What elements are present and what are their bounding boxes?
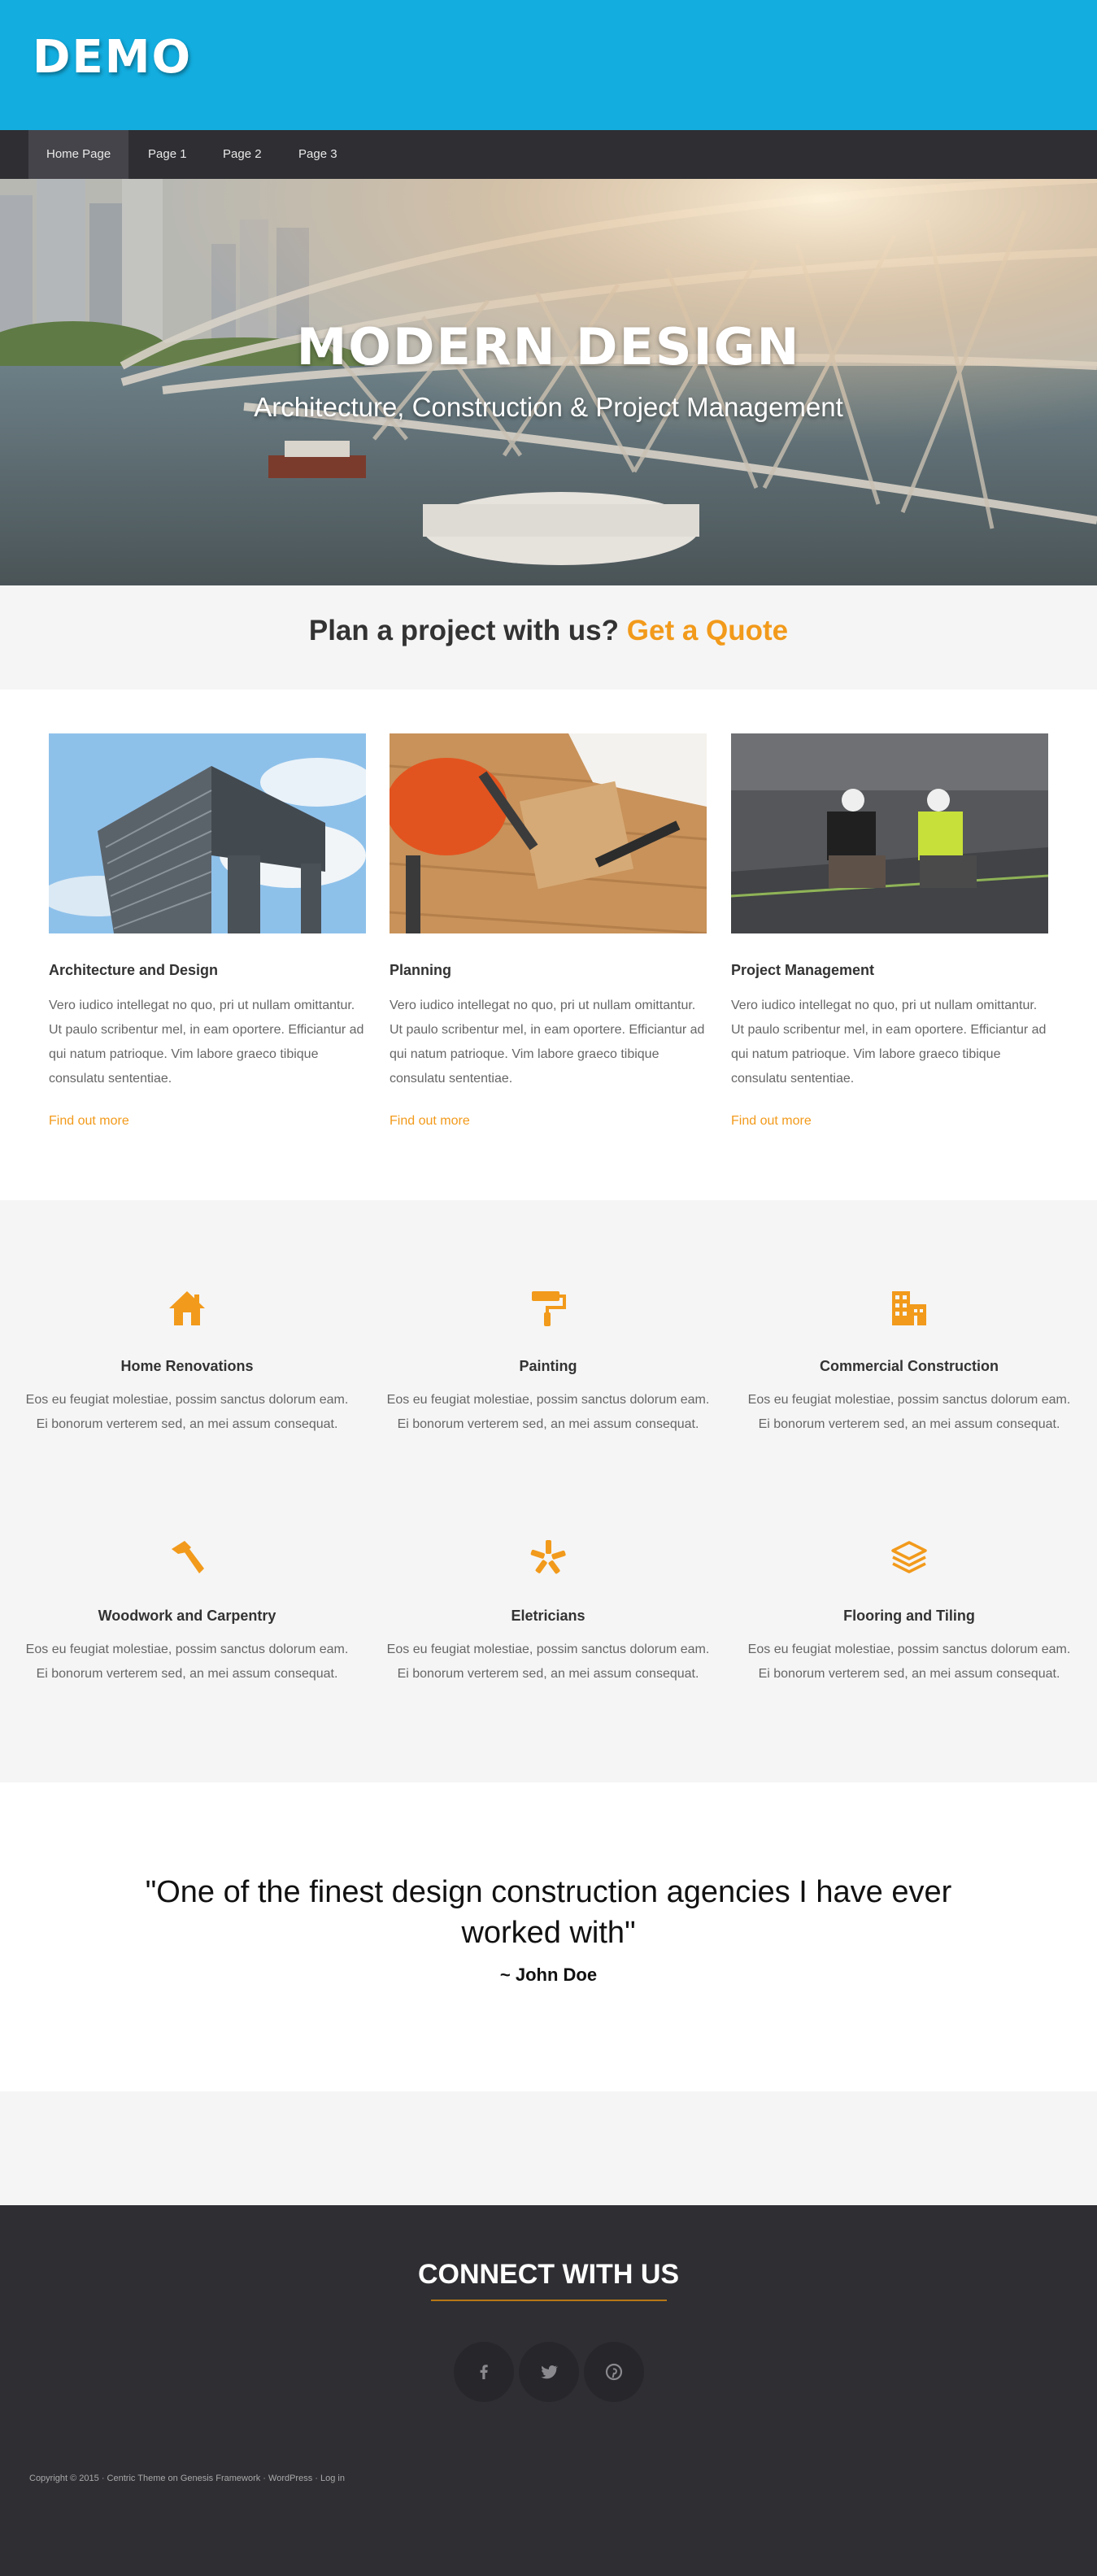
twitter-icon [541,2365,559,2379]
planning-image[interactable] [385,733,707,935]
site-header: DEMO [0,0,1097,130]
card-body: Vero iudico intellegat no quo, pri ut nu… [390,999,705,1086]
service-body: Eos eu feugiat molestiae, possim sanctus… [747,1643,1071,1681]
site-logo[interactable]: DEMO [33,31,192,84]
find-out-more-link[interactable]: Find out more [49,1114,366,1129]
project-management-image[interactable] [730,733,1049,933]
testimonial-quote: "One of the finest design construction a… [145,1875,952,1950]
building-icon [892,1291,926,1325]
service-title: Eletricians [511,1608,586,1624]
home-icon [169,1291,205,1325]
cta-text: Plan a project with us? Get a Quote [0,615,1097,647]
pinterest-icon [605,2363,623,2381]
nav-item-page-2[interactable]: Page 2 [205,130,280,179]
service-title: Flooring and Tiling [843,1608,975,1624]
copyright-text: Copyright © 2015 · Centric Theme on Gene… [29,2474,345,2483]
hero-subtitle: Architecture, Construction & Project Man… [254,392,843,422]
hero-title: MODERN DESIGN [296,317,801,376]
facebook-icon [480,2365,488,2379]
divider [431,2300,667,2301]
card-title: Planning [390,962,451,978]
service-home-renovations: Home Renovations Eos eu feugiat molestia… [24,1288,350,1437]
find-out-more-link[interactable]: Find out more [390,1114,707,1129]
service-title: Painting [519,1358,577,1374]
cta-band: Plan a project with us? Get a Quote [0,585,1097,690]
hero-banner: MODERN DESIGN Architecture, Construction… [0,179,1097,585]
testimonial-section: "One of the finest design construction a… [0,1782,1097,2091]
testimonial-author: ~ John Doe [499,1965,598,1985]
pinterest-button[interactable] [584,2342,644,2402]
service-painting: Painting Eos eu feugiat molestiae, possi… [385,1288,711,1437]
twitter-button[interactable] [519,2342,579,2402]
cta-lead: Plan a project with us? [308,615,620,646]
hammer-icon [172,1541,204,1573]
service-woodwork: Woodwork and Carpentry Eos eu feugiat mo… [24,1538,350,1686]
card-body: Vero iudico intellegat no quo, pri ut nu… [731,999,1047,1086]
card-title: Architecture and Design [49,962,219,978]
card-architecture: Architecture and Design Vero iudico inte… [41,733,374,1129]
hero-image [0,179,1097,585]
service-electricians: Eletricians Eos eu feugiat molestiae, po… [385,1538,711,1686]
nav-item-page-1[interactable]: Page 1 [130,130,205,179]
service-flooring: Flooring and Tiling Eos eu feugiat moles… [747,1538,1072,1686]
service-title: Home Renovations [120,1358,254,1374]
card-title: Project Management [731,962,875,978]
service-commercial-construction: Commercial Construction Eos eu feugiat m… [747,1288,1072,1437]
architecture-image[interactable] [41,733,374,933]
service-body: Eos eu feugiat molestiae, possim sanctus… [386,1643,710,1681]
service-title: Woodwork and Carpentry [98,1608,276,1624]
paint-roller-icon [532,1291,566,1326]
services-section: Home Renovations Eos eu feugiat molestia… [0,1200,1097,1782]
service-body: Eos eu feugiat molestiae, possim sanctus… [25,1643,349,1681]
layers-icon [891,1541,927,1573]
service-body: Eos eu feugiat molestiae, possim sanctus… [25,1393,349,1431]
find-out-more-link[interactable]: Find out more [731,1114,1048,1129]
card-project-management: Project Management Vero iudico intellega… [730,733,1049,1129]
service-title: Commercial Construction [819,1358,999,1374]
nav-item-home[interactable]: Home Page [28,130,129,179]
card-planning: Planning Vero iudico intellegat no quo, … [385,733,707,1129]
spark-icon [530,1540,566,1574]
nav-item-page-3[interactable]: Page 3 [281,130,355,179]
featured-cards: Architecture and Design Vero iudico inte… [0,690,1097,1200]
main-nav: Home Page Page 1 Page 2 Page 3 [0,130,1097,179]
get-quote-link[interactable]: Get a Quote [627,615,788,646]
connect-title: CONNECT WITH US [417,2259,680,2290]
service-body: Eos eu feugiat molestiae, possim sanctus… [386,1393,710,1431]
facebook-button[interactable] [454,2342,514,2402]
site-footer: CONNECT WITH US Copyright © 2015 · Centr… [0,2205,1097,2576]
spacer-band [0,2091,1097,2205]
service-body: Eos eu feugiat molestiae, possim sanctus… [747,1393,1071,1431]
card-body: Vero iudico intellegat no quo, pri ut nu… [49,999,364,1086]
